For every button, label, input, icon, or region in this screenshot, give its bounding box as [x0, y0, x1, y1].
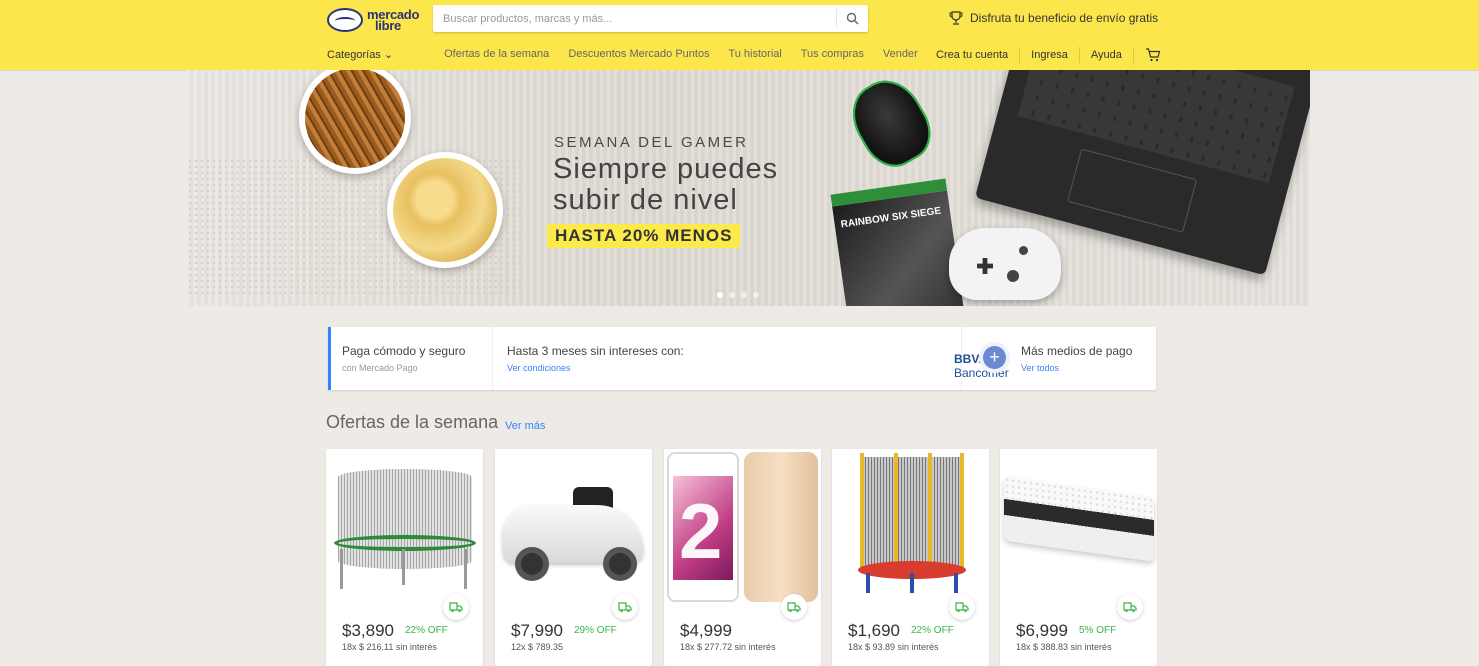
- product-installments: 18x $ 388.83 sin interés: [1016, 642, 1112, 652]
- logo-text: mercado libre: [367, 8, 419, 32]
- help-link[interactable]: Ayuda: [1091, 49, 1122, 61]
- main-nav: Categorías ⌄ Ofertas de la semana Descue…: [327, 48, 934, 61]
- truck-icon: [781, 594, 807, 620]
- conditions-link[interactable]: Ver condiciones: [507, 363, 961, 373]
- nav-link-compras[interactable]: Tus compras: [801, 48, 864, 60]
- plus-icon: +: [983, 346, 1006, 369]
- game-box-text: RAINBOW SIX SIEGE: [840, 205, 942, 231]
- create-account-link[interactable]: Crea tu cuenta: [936, 49, 1008, 61]
- product-card[interactable]: $1,690 22% OFF 18x $ 93.89 sin interés: [832, 449, 989, 666]
- product-installments: 12x $ 789.35: [511, 642, 564, 652]
- product-discount: 22% OFF: [405, 625, 448, 636]
- site-header: mercado libre Disfruta tu beneficio de e…: [0, 0, 1479, 70]
- pager-dot[interactable]: [717, 292, 723, 298]
- search-icon: [846, 12, 859, 25]
- payment-more-methods[interactable]: + Más medios de pago Ver todos: [962, 327, 1156, 390]
- pager-dot[interactable]: [753, 292, 759, 298]
- truck-icon: [443, 594, 469, 620]
- product-image-smartphone: 2: [664, 449, 821, 607]
- mercadolibre-logo[interactable]: mercado libre: [327, 6, 423, 34]
- promo-banner[interactable]: SEMANA DEL GAMER Siempre puedes subir de…: [187, 70, 1310, 306]
- product-installments: 18x $ 277.72 sin interés: [680, 642, 776, 652]
- banner-discount-badge: HASTA 20% MENOS: [547, 224, 741, 248]
- gaming-mouse-image: [840, 70, 942, 178]
- nav-link-descuentos[interactable]: Descuentos Mercado Puntos: [568, 48, 709, 60]
- chips-bowl-image: [387, 152, 503, 268]
- account-nav: Crea tu cuenta Ingresa Ayuda: [936, 47, 1161, 63]
- product-discount: 5% OFF: [1079, 625, 1117, 636]
- payment-subtitle: con Mercado Pago: [342, 363, 418, 373]
- controller-image: [949, 228, 1061, 300]
- truck-icon: [949, 594, 975, 620]
- more-methods-title: Más medios de pago: [1021, 344, 1133, 358]
- product-installments: 18x $ 216.11 sin interés: [342, 642, 437, 652]
- see-more-link[interactable]: Ver más: [505, 420, 545, 432]
- pager-dot[interactable]: [729, 292, 735, 298]
- login-link[interactable]: Ingresa: [1031, 49, 1068, 61]
- banner-pager: [717, 292, 759, 298]
- product-card[interactable]: 2 $4,999 18x $ 277.72 sin interés: [664, 449, 821, 666]
- payment-installments: Hasta 3 meses sin intereses con: Ver con…: [493, 327, 1009, 390]
- search-button[interactable]: [836, 9, 868, 28]
- trophy-icon: [949, 11, 963, 25]
- nav-link-historial[interactable]: Tu historial: [728, 48, 781, 60]
- installments-title: Hasta 3 meses sin intereses con:: [507, 344, 684, 358]
- banner-kicker: SEMANA DEL GAMER: [554, 134, 749, 151]
- divider: [1019, 47, 1021, 63]
- divider: [1132, 47, 1134, 63]
- product-card[interactable]: $7,990 29% OFF 12x $ 789.35: [495, 449, 652, 666]
- product-price: $1,690: [848, 621, 900, 640]
- payment-title: Paga cómodo y seguro: [342, 344, 466, 358]
- offers-heading: Ofertas de la semana: [326, 412, 499, 432]
- categories-menu[interactable]: Categorías ⌄: [327, 48, 393, 61]
- nav-links: Ofertas de la semana Descuentos Mercado …: [444, 48, 934, 61]
- free-shipping-promo[interactable]: Disfruta tu beneficio de envío gratis: [948, 10, 1158, 26]
- cart-icon[interactable]: [1145, 48, 1161, 62]
- product-image-trampoline: [326, 449, 483, 607]
- see-all-link[interactable]: Ver todos: [1021, 363, 1156, 373]
- product-price: $4,999: [680, 621, 732, 640]
- product-installments: 18x $ 93.89 sin interés: [848, 642, 939, 652]
- product-price: $7,990: [511, 621, 563, 640]
- product-price: $3,890: [342, 621, 394, 640]
- payment-mercadopago: Paga cómodo y seguro con Mercado Pago: [328, 327, 493, 390]
- product-image-ride-on-car: [495, 449, 652, 607]
- pager-dot[interactable]: [741, 292, 747, 298]
- nav-link-vender[interactable]: Vender: [883, 48, 918, 60]
- banner-title: Siempre puedes subir de nivel: [553, 153, 779, 216]
- product-discount: 22% OFF: [911, 625, 954, 636]
- product-image-mini-trampoline: [832, 449, 989, 607]
- divider: [1078, 47, 1080, 63]
- product-price: $6,999: [1016, 621, 1068, 640]
- search-box: [433, 5, 868, 32]
- product-discount: 29% OFF: [574, 625, 617, 636]
- product-image-mattress: [1000, 449, 1157, 607]
- handshake-icon: [327, 8, 363, 32]
- game-box-image: RAINBOW SIX SIEGE: [830, 178, 964, 306]
- payment-info-bar: Paga cómodo y seguro con Mercado Pago Ha…: [328, 327, 1156, 390]
- truck-icon: [1117, 594, 1143, 620]
- promo-text: Disfruta tu beneficio de envío gratis: [970, 11, 1159, 25]
- truck-icon: [612, 594, 638, 620]
- nav-link-ofertas[interactable]: Ofertas de la semana: [444, 48, 549, 60]
- search-input[interactable]: [433, 5, 833, 32]
- product-card[interactable]: $3,890 22% OFF 18x $ 216.11 sin interés: [326, 449, 483, 666]
- product-card[interactable]: $6,999 5% OFF 18x $ 388.83 sin interés: [1000, 449, 1157, 666]
